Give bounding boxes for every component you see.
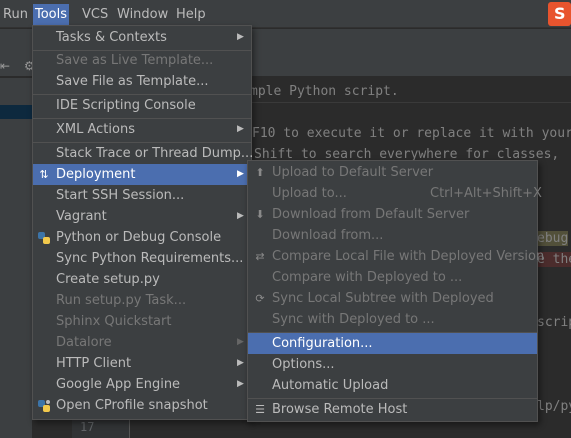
sync-requirements-item[interactable]: Sync Python Requirements... [33, 248, 251, 269]
submenu-arrow-icon: ▶ [237, 337, 244, 347]
menu-tools[interactable]: Tools [33, 4, 70, 26]
stack-trace-item[interactable]: Stack Trace or Thread Dump... [33, 143, 253, 164]
editor-line: mple Python script. [250, 84, 399, 99]
automatic-upload-item[interactable]: Automatic Upload [248, 375, 537, 396]
submenu-arrow-icon: ▶ [237, 32, 244, 42]
create-setup-item[interactable]: Create setup.py [33, 269, 251, 290]
tools-menu: Tasks & Contexts ▶ Save as Live Template… [32, 25, 253, 420]
download-icon: ⬇ [255, 208, 265, 221]
upload-to-item[interactable]: Upload to... Ctrl+Alt+Shift+X [248, 183, 542, 204]
remote-host-icon: ☰ [255, 403, 265, 416]
submenu-arrow-icon: ▶ [237, 169, 244, 179]
python-icon [37, 231, 51, 245]
ide-scripting-console-item[interactable]: IDE Scripting Console [33, 95, 251, 116]
submenu-arrow-icon: ▶ [237, 358, 244, 368]
upload-default-item[interactable]: ⬆ Upload to Default Server [248, 162, 537, 183]
save-file-template-item[interactable]: Save File as Template... [33, 71, 251, 92]
options-item[interactable]: Options... [248, 354, 537, 375]
editor-line: scrip [537, 315, 571, 330]
line-number: 17 [80, 420, 95, 434]
save-live-template-item[interactable]: Save as Live Template... [33, 50, 251, 71]
download-default-item[interactable]: ⬇ Download from Default Server [248, 204, 537, 225]
upload-icon: ⬆ [255, 166, 265, 179]
menu-bar: Run Tools VCS Window Help S [0, 0, 571, 28]
deployment-icon: ⇅ [39, 168, 49, 181]
submenu-arrow-icon: ▶ [237, 379, 244, 389]
http-client-item[interactable]: HTTP Client ▶ [33, 353, 251, 374]
editor-line: lp/py [537, 399, 571, 414]
collapse-icon[interactable]: ⇤ [0, 59, 10, 73]
start-ssh-item[interactable]: Start SSH Session... [33, 185, 251, 206]
configuration-item[interactable]: Configuration... [248, 333, 537, 354]
upload-shortcut: Ctrl+Alt+Shift+X [430, 186, 542, 201]
submenu-arrow-icon: ▶ [237, 211, 244, 221]
xml-actions-item[interactable]: XML Actions ▶ [33, 119, 251, 140]
app-logo-icon: S [548, 2, 571, 26]
sync-icon: ⟳ [255, 292, 265, 305]
open-cprofile-item[interactable]: Open CProfile snapshot [33, 395, 251, 416]
deployment-item[interactable]: ⇅ Deployment ▶ [33, 164, 251, 185]
deployment-submenu: ⬆ Upload to Default Server Upload to... … [247, 160, 544, 422]
sync-subtree-item[interactable]: ⟳ Sync Local Subtree with Deployed [248, 288, 537, 309]
run-setup-task-item[interactable]: Run setup.py Task... [33, 290, 251, 311]
project-selection [0, 105, 32, 119]
editor-line: F10 to execute it or replace it with you… [252, 126, 571, 141]
menu-run[interactable]: Run [1, 4, 30, 26]
compare-local-item[interactable]: ⇄ Compare Local File with Deployed Versi… [248, 246, 544, 267]
browse-remote-host-item[interactable]: ☰ Browse Remote Host [248, 399, 537, 420]
menu-vcs[interactable]: VCS [80, 4, 110, 26]
submenu-arrow-icon: ▶ [237, 124, 244, 134]
download-from-item[interactable]: Download from... [248, 225, 537, 246]
vagrant-item[interactable]: Vagrant ▶ [33, 206, 251, 227]
python-console-item[interactable]: Python or Debug Console [33, 227, 251, 248]
sphinx-quickstart-item[interactable]: Sphinx Quickstart [33, 311, 251, 332]
menu-help[interactable]: Help [174, 4, 208, 26]
google-app-engine-item[interactable]: Google App Engine ▶ [33, 374, 251, 395]
compare-icon: ⇄ [255, 250, 265, 263]
datalore-item[interactable]: Datalore ▶ [33, 332, 251, 353]
tasks-contexts-item[interactable]: Tasks & Contexts ▶ [33, 27, 251, 48]
project-panel [0, 78, 32, 438]
compare-deployed-item[interactable]: Compare with Deployed to ... [248, 267, 537, 288]
editor-line: ebug [537, 231, 569, 246]
menu-window[interactable]: Window [115, 4, 170, 26]
sync-deployed-item[interactable]: Sync with Deployed to ... [248, 309, 537, 330]
profiler-icon [37, 399, 51, 413]
